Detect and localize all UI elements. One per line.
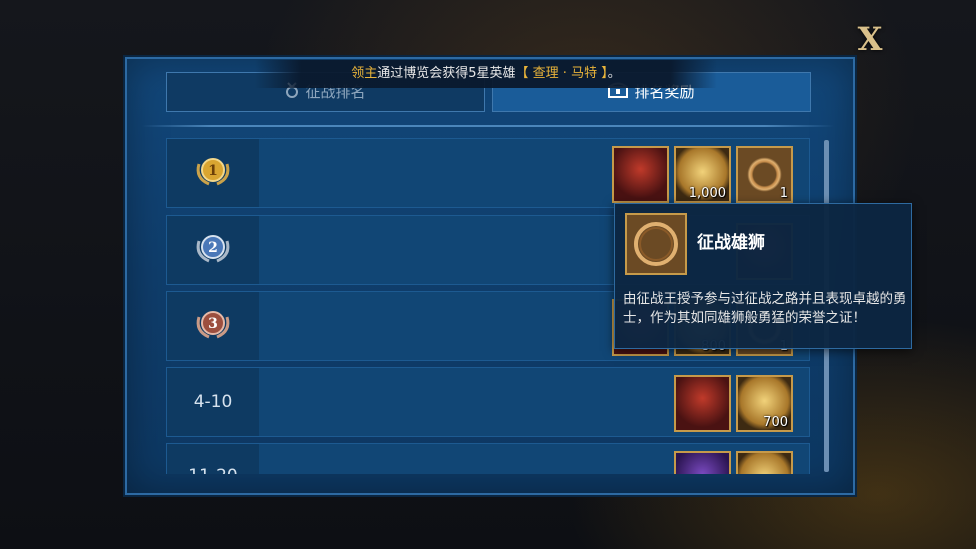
lion-ring-icon	[625, 213, 687, 275]
gold-coin-item[interactable]: 700	[736, 375, 793, 432]
svg-text:1: 1	[208, 163, 218, 179]
bronze-laurel-3-icon: 3	[193, 307, 233, 346]
gold-coin-item[interactable]	[736, 451, 793, 474]
banner-prefix: 领主	[351, 66, 378, 81]
hero-portrait-item[interactable]	[674, 375, 731, 432]
banner-suffix: 。	[607, 66, 621, 81]
rank-cell: 4-10	[167, 368, 259, 436]
banner-hero-name: 【 查理 · 马特 】	[515, 66, 608, 81]
reward-items	[674, 451, 793, 474]
reward-row-rank-4-10: 4-10 700	[166, 367, 810, 437]
item-tooltip: 征战雄狮 由征战王授予参与过征战之路并且表现卓越的勇士，作为其如同雄狮般勇猛的荣…	[614, 203, 912, 349]
gold-coin-item[interactable]: 1,000	[674, 146, 731, 203]
banner-text: 通过博览会获得5星英雄	[377, 66, 516, 81]
svg-text:3: 3	[208, 316, 218, 332]
item-quantity: 700	[763, 415, 788, 430]
tooltip-description: 由征战王授予参与过征战之路并且表现卓越的勇士，作为其如同雄狮般勇猛的荣誉之证！	[623, 291, 907, 326]
reward-row-rank-11-20: 11-20	[166, 443, 810, 474]
purple-chest-item[interactable]	[674, 451, 731, 474]
item-quantity: 1	[779, 186, 788, 201]
reward-items: 700	[674, 375, 793, 432]
close-button[interactable]: X	[852, 22, 888, 56]
reward-row-rank-1: 1 1,000 1	[166, 138, 810, 208]
announcement-banner: 领主通过博览会获得5星英雄【 查理 · 马特 】。	[255, 60, 717, 88]
panel-divider	[142, 125, 834, 127]
rank-cell: 11-20	[167, 444, 259, 474]
tooltip-title: 征战雄狮	[697, 233, 765, 253]
rank-cell: 3	[167, 292, 259, 360]
silver-laurel-2-icon: 2	[193, 231, 233, 270]
rank-range-label: 11-20	[188, 466, 237, 474]
svg-text:2: 2	[208, 240, 218, 256]
reward-items: 1,000 1	[612, 146, 793, 203]
rank-range-label: 4-10	[193, 392, 233, 412]
rank-cell: 1	[167, 139, 259, 207]
lion-ring-item[interactable]: 1	[736, 146, 793, 203]
rank-cell: 2	[167, 216, 259, 284]
item-quantity: 1,000	[688, 186, 726, 201]
hero-portrait-item[interactable]	[612, 146, 669, 203]
gold-laurel-1-icon: 1	[193, 154, 233, 193]
